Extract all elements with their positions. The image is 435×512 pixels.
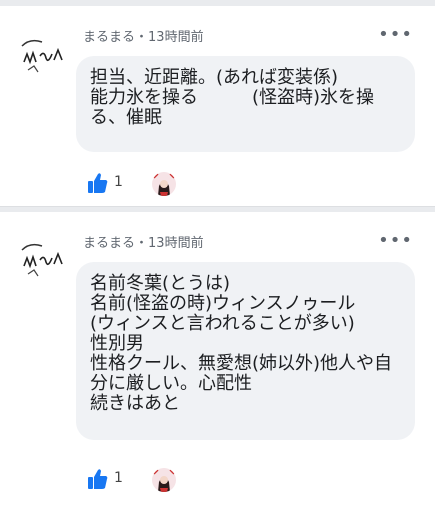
comment-card: まるまる・13時間前 ••• 名前冬葉(とうは) 名前(怪盗の時)ウィンスノゥー… xyxy=(0,212,435,512)
comment-meta: まるまる・13時間前 xyxy=(83,26,204,45)
comment-text: 名前冬葉(とうは) 名前(怪盗の時)ウィンスノゥール (ウィンスと言われることが… xyxy=(76,262,415,440)
meta-separator: ・ xyxy=(135,30,149,45)
like-count: 1 xyxy=(114,174,123,190)
avatar[interactable] xyxy=(18,32,68,82)
more-options-icon[interactable]: ••• xyxy=(378,230,413,251)
comment-text: 担当、近距離。(あれば変装係) 能力氷を操る (怪盗時)氷を操る、催眠 xyxy=(76,56,415,152)
timestamp[interactable]: 13時間前 xyxy=(148,236,204,251)
comment-card: まるまる・13時間前 ••• 担当、近距離。(あれば変装係) 能力氷を操る (怪… xyxy=(0,6,435,207)
like-count: 1 xyxy=(114,470,123,486)
author-name[interactable]: まるまる xyxy=(83,236,135,251)
meta-separator: ・ xyxy=(135,236,149,251)
more-options-icon[interactable]: ••• xyxy=(378,24,413,45)
comment-meta: まるまる・13時間前 xyxy=(83,232,204,251)
avatar[interactable] xyxy=(18,236,68,286)
reactor-avatar[interactable] xyxy=(152,172,176,196)
like-icon[interactable] xyxy=(88,172,108,194)
like-icon[interactable] xyxy=(88,468,108,490)
author-name[interactable]: まるまる xyxy=(83,30,135,45)
reactor-avatar[interactable] xyxy=(152,468,176,492)
timestamp[interactable]: 13時間前 xyxy=(148,30,204,45)
